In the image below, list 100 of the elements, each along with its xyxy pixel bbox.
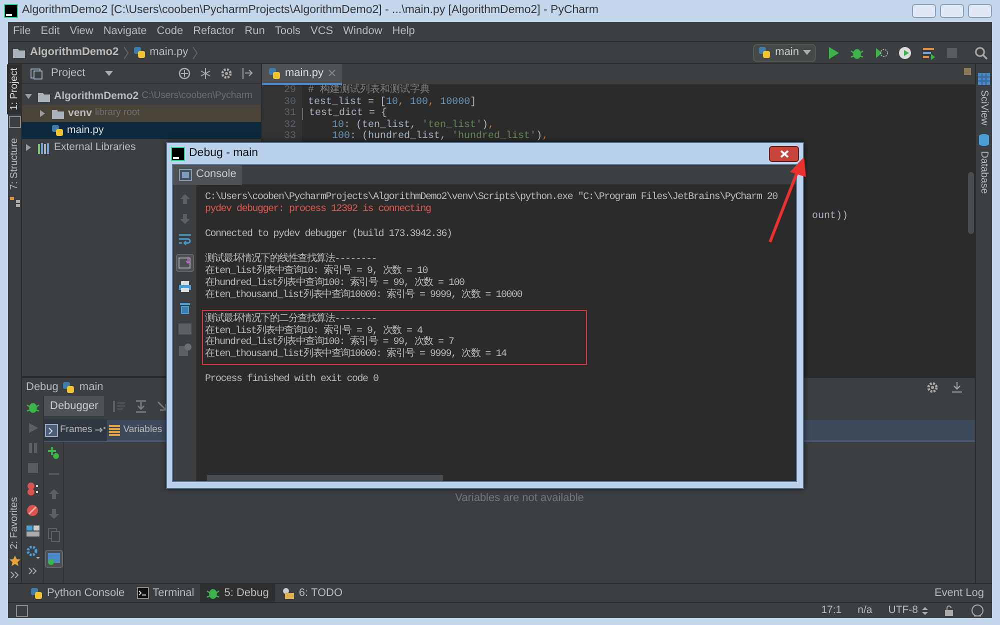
star-icon (8, 555, 20, 567)
menu-item[interactable]: Tools (270, 23, 306, 40)
mute-breakpoints-icon[interactable] (26, 504, 39, 517)
window-icon (8, 116, 20, 128)
collapse-arrow-icon[interactable] (38, 109, 47, 118)
console-line: pydev debugger: process 12392 is connecting (205, 204, 432, 216)
chevron-icon (192, 46, 198, 60)
menu-item[interactable]: Run (240, 23, 270, 40)
step-over-icon[interactable] (134, 400, 148, 412)
caret-icon (803, 50, 811, 55)
settings-icon[interactable] (220, 67, 233, 80)
collapse-arrow-icon[interactable] (24, 143, 33, 152)
app-icon (4, 4, 18, 18)
breadcrumb[interactable]: AlgorithmDemo2 (30, 44, 119, 61)
profile-icon[interactable] (898, 46, 912, 60)
code-line: test_dict = { (302, 108, 975, 120)
trash-icon[interactable] (178, 301, 190, 315)
panel-title[interactable]: Project (51, 65, 86, 82)
tool-window-tab[interactable]: Terminal (130, 584, 200, 602)
debug-icon[interactable] (26, 400, 40, 414)
menu-item[interactable]: Refactor (188, 23, 240, 40)
pin-icon[interactable] (94, 426, 106, 434)
coverage-icon[interactable] (874, 46, 888, 60)
menu-item[interactable]: Help (387, 23, 420, 40)
config-name: main (79, 380, 104, 395)
menu-item[interactable]: Edit (36, 23, 65, 40)
menu-item[interactable]: Navigate (98, 23, 152, 40)
libraries-icon (37, 142, 51, 154)
console-line: 在hundred_list列表中查询100: 索引号 = 99, 次数 = 100 (205, 278, 466, 289)
caret-icon[interactable] (105, 71, 114, 76)
python-icon (30, 586, 43, 600)
locate-icon[interactable] (178, 67, 191, 80)
inspector-icon[interactable] (971, 604, 984, 617)
lock-icon[interactable] (944, 605, 955, 616)
python-file-icon (132, 46, 146, 59)
run-configuration-dropdown[interactable]: main (753, 44, 816, 62)
tool-window-tab[interactable]: 7: Structure (7, 134, 22, 194)
soft-wrap-icon[interactable] (178, 233, 192, 246)
debugger-tab[interactable]: Debugger (44, 396, 104, 416)
code-line: test_list = [10, 100, 10000] (307, 96, 478, 108)
print-icon[interactable] (178, 280, 192, 293)
add-icon[interactable] (178, 343, 192, 357)
code-line: 10: (ten_list, 'ten_list'), (331, 120, 496, 130)
expand-arrow-icon[interactable] (24, 92, 33, 101)
tool-window-tab[interactable]: 2: Favorites (7, 492, 22, 553)
layout-icon[interactable] (26, 525, 40, 537)
code-line: # 构建测试列表和测试字典 (307, 85, 432, 96)
close-button[interactable] (769, 146, 799, 162)
panel-tab[interactable]: Variables (107, 419, 164, 441)
structure-icon (8, 196, 20, 208)
python-icon (758, 46, 772, 59)
hide-icon[interactable] (241, 67, 253, 80)
console-line: 测试最坏情况下的二分查找算法-------- (205, 314, 378, 325)
app-icon (171, 146, 185, 160)
menu-item[interactable]: Window (338, 23, 388, 40)
editor-tab[interactable]: main.py (262, 64, 342, 84)
tool-window-tab[interactable]: 1: Project (7, 64, 22, 114)
cursor-position[interactable]: 17:1 (821, 602, 842, 618)
tool-windows-icon[interactable] (16, 604, 28, 616)
event-log-link[interactable]: Event Log (934, 584, 984, 602)
settings-icon[interactable] (926, 380, 939, 394)
run-icon[interactable] (826, 46, 840, 60)
hide-icon[interactable] (951, 381, 963, 393)
panel-tab[interactable]: Frames (44, 419, 108, 441)
search-icon[interactable] (974, 46, 988, 60)
breadcrumb[interactable]: main.py (150, 44, 188, 61)
scrollbar[interactable] (207, 475, 443, 481)
database-icon (977, 133, 991, 148)
console-line: 在ten_list列表中查询10: 索引号 = 9, 次数 = 10 (205, 266, 428, 278)
menu-item[interactable]: View (64, 23, 98, 40)
collapse-icon[interactable] (199, 67, 212, 80)
add-watch-icon[interactable] (46, 446, 60, 460)
maximize-button[interactable] (940, 4, 964, 18)
tool-window-tab[interactable]: Python Console (24, 584, 131, 602)
console-tab[interactable]: Console (173, 164, 242, 184)
console-line: Connected to pydev debugger (build 173.3942.36) (205, 229, 453, 241)
concurrency-icon[interactable] (922, 46, 936, 60)
watches-icon[interactable] (44, 550, 62, 568)
tool-window-tab[interactable]: SciView (976, 90, 992, 126)
menu-item[interactable]: File (8, 23, 36, 40)
settings-icon[interactable] (26, 545, 40, 559)
tree-item[interactable]: main.py (22, 122, 261, 139)
line-separator[interactable]: n/a (858, 602, 872, 618)
debug-icon (206, 586, 220, 600)
encoding[interactable]: UTF-8 (888, 602, 918, 618)
minimize-button[interactable] (912, 4, 936, 18)
close-icon[interactable] (328, 69, 336, 77)
breakpoints-icon[interactable] (26, 482, 40, 496)
tool-window-tab[interactable]: 6: TODO (274, 584, 349, 602)
tool-window-tab[interactable]: Database (976, 151, 992, 194)
tool-window-tab[interactable]: 5: Debug (200, 584, 275, 602)
menu-item[interactable]: VCS (306, 23, 338, 40)
folder-icon (37, 90, 51, 102)
more-icon[interactable] (10, 571, 20, 579)
scrollbar[interactable] (968, 172, 974, 234)
list-icon (108, 424, 122, 436)
menu-item[interactable]: Code (152, 23, 188, 40)
scroll-to-end-icon[interactable] (176, 254, 194, 272)
more-icon[interactable] (28, 567, 38, 575)
python-file-icon (268, 66, 281, 80)
